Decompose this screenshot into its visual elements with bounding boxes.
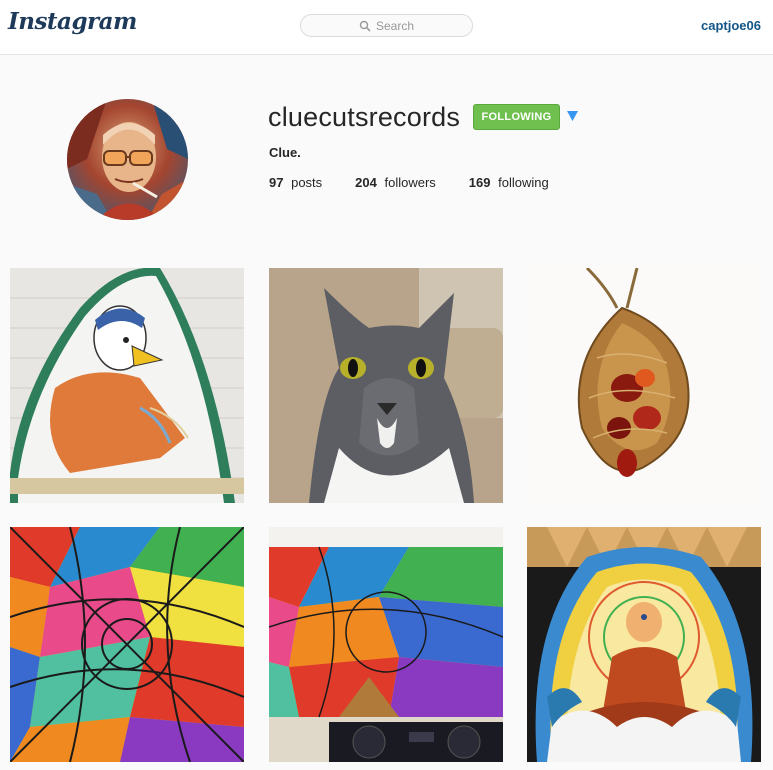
stat-count: 169 — [468, 175, 491, 190]
profile-stats: 97 posts 204 followers 169 following — [269, 175, 582, 190]
profile-avatar[interactable] — [67, 99, 188, 220]
top-navigation-bar: Instagram Search captjoe06 — [0, 0, 773, 55]
following-count[interactable]: 169 following — [469, 175, 549, 190]
stat-label: following — [498, 175, 549, 190]
post-thumbnail-cat-photo[interactable] — [269, 268, 503, 503]
post-thumbnail-mural-with-turntables[interactable] — [269, 527, 503, 762]
followers-count[interactable]: 204 followers — [355, 175, 436, 190]
search-input[interactable]: Search — [300, 14, 473, 37]
stat-count: 97 — [269, 175, 284, 190]
post-thumbnail-wire-wrapped-pendant[interactable] — [527, 268, 761, 503]
profile-username: cluecutsrecords — [268, 102, 461, 132]
stat-label: followers — [384, 175, 436, 190]
caret-down-icon[interactable] — [567, 111, 578, 121]
post-thumbnail-surfboard-art[interactable] — [10, 268, 244, 503]
stat-count: 204 — [355, 175, 377, 190]
current-user-link[interactable]: captjoe06 — [701, 18, 761, 33]
instagram-logo[interactable]: Instagram — [8, 8, 137, 35]
following-button[interactable]: FOLLOWING — [473, 104, 560, 130]
search-icon — [359, 20, 371, 31]
posts-count[interactable]: 97 posts — [269, 175, 322, 190]
post-thumbnail-buddha-surfboard[interactable] — [527, 527, 761, 762]
post-thumbnail-stained-glass-painting[interactable] — [10, 527, 244, 762]
search-placeholder: Search — [375, 18, 415, 33]
stat-label: posts — [291, 175, 323, 190]
profile-bio: Clue. — [269, 145, 301, 160]
